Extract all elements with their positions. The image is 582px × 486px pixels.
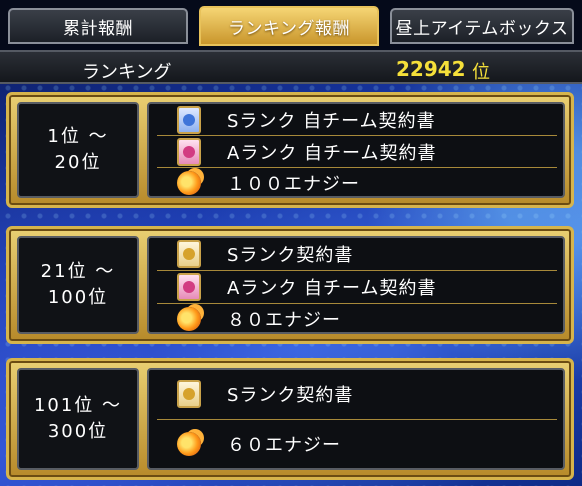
rank-range: 21位 ～ 100位 (17, 236, 139, 334)
ranking-unit: 位 (472, 62, 490, 83)
reward-name: Sランク契約書 (227, 245, 354, 266)
energy-icon (177, 171, 201, 195)
reward-item: ８０エナジー (149, 304, 563, 334)
reward-item: Aランク 自チーム契約書 (149, 271, 563, 303)
reward-name: １００エナジー (227, 174, 360, 195)
reward-item: Sランク契約書 (149, 238, 563, 270)
tab-item-box[interactable]: 昼上アイテムボックス (390, 8, 574, 44)
reward-name: Aランク 自チーム契約書 (227, 142, 437, 164)
s-rank-contract-icon (177, 380, 201, 408)
reward-tier-2: 21位 ～ 100位 Sランク契約書 Aランク 自チーム契約書 ８０エナジー (6, 226, 574, 344)
rank-range-end: 100位 (47, 287, 109, 308)
a-rank-team-contract-icon (177, 273, 201, 301)
reward-tier-3: 101位 ～ 300位 Sランク契約書 ６０エナジー (6, 358, 574, 480)
reward-list: Sランク契約書 ６０エナジー (147, 368, 565, 470)
reward-name: Sランク契約書 (227, 385, 354, 406)
tab-ranking-rewards[interactable]: ランキング報酬 (199, 6, 379, 46)
rank-range-start: 101位 ～ (33, 395, 123, 416)
s-rank-team-contract-icon (177, 105, 201, 134)
tab-bar: 累計報酬 ランキング報酬 昼上アイテムボックス (0, 0, 582, 50)
reward-item: Sランク契約書 (149, 370, 563, 418)
reward-item: Sランク 自チーム契約書 (149, 104, 563, 135)
reward-name: Sランク 自チーム契約書 (227, 110, 436, 132)
reward-name: ８０エナジー (227, 310, 341, 331)
ranking-bar: ランキング 22942 位 (0, 50, 582, 84)
rank-range-start: 21位 ～ (40, 261, 116, 282)
reward-item: Aランク 自チーム契約書 (149, 136, 563, 167)
ranking-label: ランキング (82, 62, 172, 83)
energy-icon (177, 432, 201, 456)
rank-range-end: 300位 (47, 421, 109, 442)
tab-cumulative-rewards[interactable]: 累計報酬 (8, 8, 188, 44)
reward-list: Sランク 自チーム契約書 Aランク 自チーム契約書 １００エナジー (147, 102, 565, 198)
energy-icon (177, 307, 201, 331)
s-rank-contract-icon (177, 240, 201, 268)
reward-name: ６０エナジー (227, 435, 341, 456)
rank-range-start: 1位 ～ (47, 126, 109, 147)
rank-range: 1位 ～ 20位 (17, 102, 139, 198)
reward-tier-1: 1位 ～ 20位 Sランク 自チーム契約書 Aランク 自チーム契約書 １００エナ… (6, 92, 574, 208)
reward-item: １００エナジー (149, 168, 563, 198)
rank-range: 101位 ～ 300位 (17, 368, 139, 470)
ranking-value: 22942 (396, 57, 466, 81)
reward-list: Sランク契約書 Aランク 自チーム契約書 ８０エナジー (147, 236, 565, 334)
reward-item: ６０エナジー (149, 420, 563, 468)
rank-range-end: 20位 (54, 152, 102, 173)
a-rank-team-contract-icon (177, 137, 201, 166)
reward-name: Aランク 自チーム契約書 (227, 278, 437, 299)
